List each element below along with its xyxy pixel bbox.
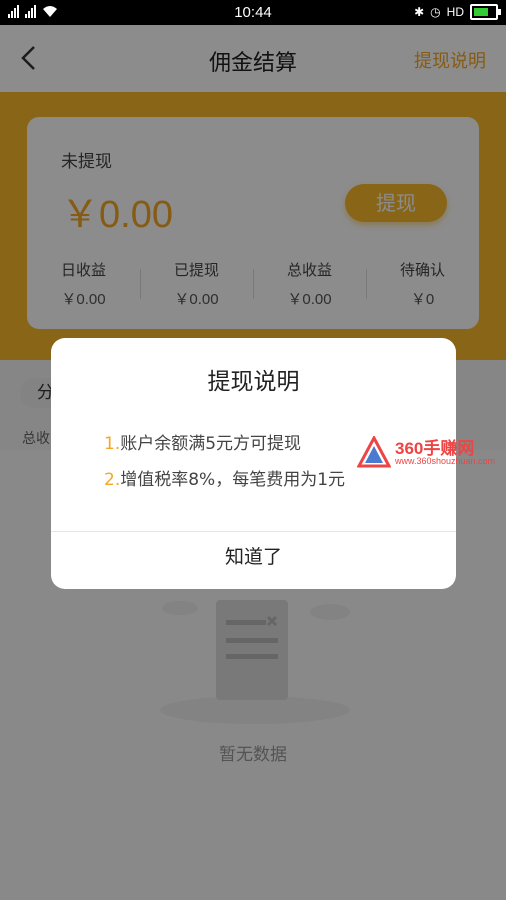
dialog-ok-button[interactable]: 知道了 xyxy=(51,532,456,589)
alarm-icon: ◷ xyxy=(430,5,441,19)
hd-label: HD xyxy=(446,5,464,19)
dialog-rule: 1.账户余额满5元方可提现 xyxy=(104,429,301,454)
rule-text: 增值税率8%，每笔费用为1元 xyxy=(120,470,346,490)
dialog-rule: 2.增值税率8%，每笔费用为1元 xyxy=(104,465,345,490)
bluetooth-icon: ✱ xyxy=(414,5,425,19)
battery-icon xyxy=(470,4,501,20)
status-bar: 10:44 ✱ ◷ HD xyxy=(0,0,506,25)
rule-number: 1. xyxy=(104,434,121,454)
watermark-logo-icon xyxy=(357,436,391,468)
watermark-url: www.360shouzhuan.com xyxy=(395,456,496,466)
status-right: ✱ ◷ HD xyxy=(414,4,501,20)
watermark: 360手赚网 www.360shouzhuan.com xyxy=(357,434,506,474)
dialog-title: 提现说明 xyxy=(207,369,300,395)
rule-text: 账户余额满5元方可提现 xyxy=(120,434,302,454)
rule-number: 2. xyxy=(104,470,121,490)
